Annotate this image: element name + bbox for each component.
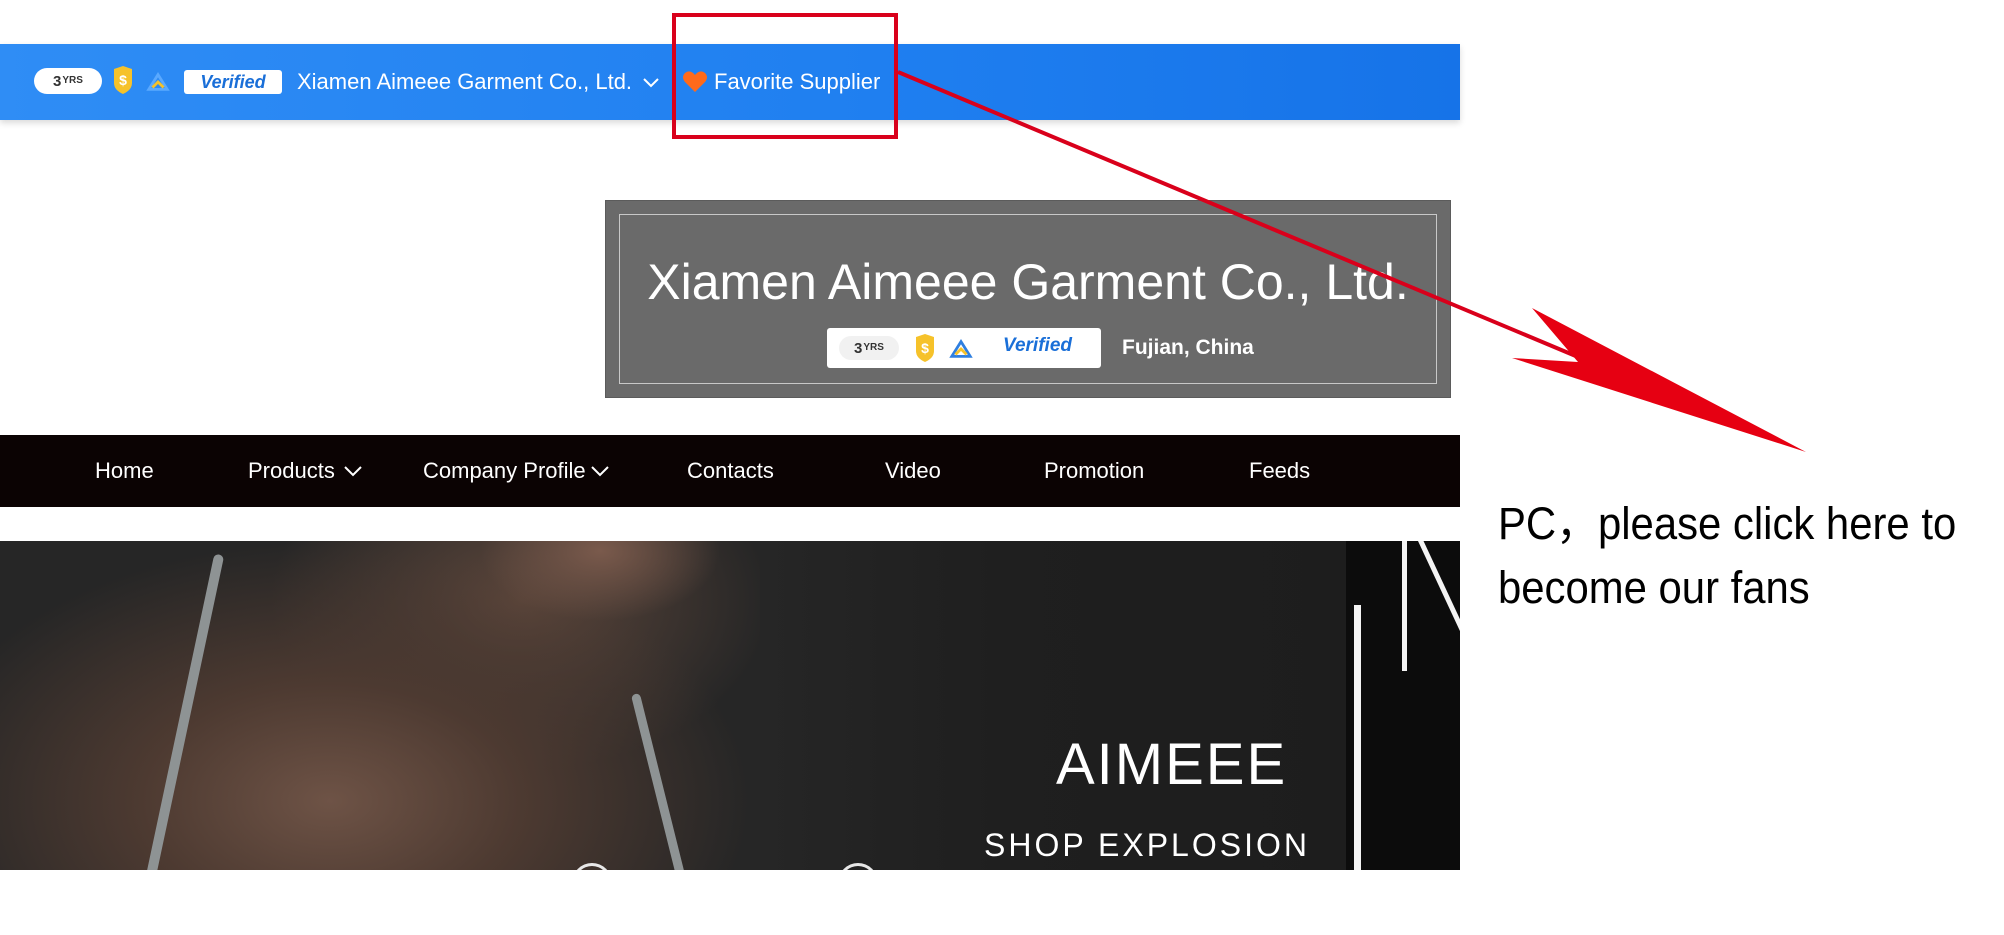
hero-dark-area bbox=[760, 541, 1350, 870]
banner-years-badge: 3 YRS bbox=[839, 336, 899, 360]
nav-home-label: Home bbox=[95, 458, 154, 483]
annotation-text: PC，please click here to become our fans bbox=[1498, 492, 1963, 620]
svg-text:$: $ bbox=[921, 340, 929, 356]
chevron-down-icon bbox=[344, 466, 362, 477]
banner-company-name: Xiamen Aimeee Garment Co., Ltd. bbox=[647, 254, 1409, 310]
hero-brand: AIMEEE bbox=[1056, 732, 1288, 797]
annotation-highlight-box bbox=[672, 13, 898, 139]
company-dropdown[interactable]: Xiamen Aimeee Garment Co., Ltd. bbox=[297, 64, 660, 100]
nav-promotion-label: Promotion bbox=[1044, 458, 1145, 483]
trade-assurance-icon bbox=[949, 335, 973, 363]
gold-supplier-medal-icon: $ bbox=[111, 66, 135, 94]
banner-frame: Xiamen Aimeee Garment Co., Ltd. 3 YRS $ V… bbox=[619, 214, 1437, 384]
annotation-line-1: PC，please click here to bbox=[1498, 498, 1957, 549]
nav-home[interactable]: Home bbox=[95, 435, 154, 507]
nav-company-profile-label: Company Profile bbox=[423, 458, 586, 483]
main-nav: Home Products Company Profile Contacts V… bbox=[0, 435, 1460, 507]
banner-years-number: 3 bbox=[854, 339, 863, 357]
hero-subtitle: SHOP EXPLOSION bbox=[984, 827, 1310, 863]
trade-assurance-icon bbox=[146, 68, 170, 96]
chevron-down-icon bbox=[590, 466, 609, 477]
annotation-line-2: become our fans bbox=[1498, 562, 1810, 613]
chevron-down-icon bbox=[643, 78, 659, 88]
verified-label: Verified bbox=[200, 71, 266, 92]
nav-promotion[interactable]: Promotion bbox=[1044, 435, 1144, 507]
years-suffix: YRS bbox=[62, 74, 83, 86]
nav-video[interactable]: Video bbox=[885, 435, 941, 507]
svg-text:$: $ bbox=[119, 72, 127, 88]
hero-light-strip bbox=[1354, 605, 1361, 870]
banner-badges: 3 YRS $ Verified bbox=[827, 328, 1101, 368]
nav-feeds-label: Feeds bbox=[1249, 458, 1311, 483]
hero-light-strip-2 bbox=[1402, 541, 1407, 671]
nav-video-label: Video bbox=[885, 458, 941, 483]
nav-contacts-label: Contacts bbox=[687, 458, 774, 483]
nav-company-profile[interactable]: Company Profile bbox=[423, 435, 610, 507]
verified-badge: Verified bbox=[184, 70, 282, 94]
nav-contacts[interactable]: Contacts bbox=[687, 435, 774, 507]
banner-years-suffix: YRS bbox=[863, 341, 884, 353]
hero-banner[interactable]: AIMEEE SHOP EXPLOSION bbox=[0, 541, 1460, 870]
banner-location: Fujian, China bbox=[1122, 336, 1254, 359]
nav-feeds[interactable]: Feeds bbox=[1249, 435, 1310, 507]
nav-products[interactable]: Products bbox=[248, 435, 363, 507]
years-number: 3 bbox=[53, 72, 62, 90]
years-badge: 3 YRS bbox=[34, 68, 102, 94]
gold-supplier-medal-icon: $ bbox=[913, 334, 937, 362]
banner-verified-label: Verified bbox=[1003, 335, 1072, 356]
nav-products-label: Products bbox=[248, 458, 335, 483]
top-company-name: Xiamen Aimeee Garment Co., Ltd. bbox=[297, 69, 633, 94]
hero-model-image bbox=[0, 541, 760, 870]
company-banner: Xiamen Aimeee Garment Co., Ltd. 3 YRS $ V… bbox=[605, 200, 1451, 398]
